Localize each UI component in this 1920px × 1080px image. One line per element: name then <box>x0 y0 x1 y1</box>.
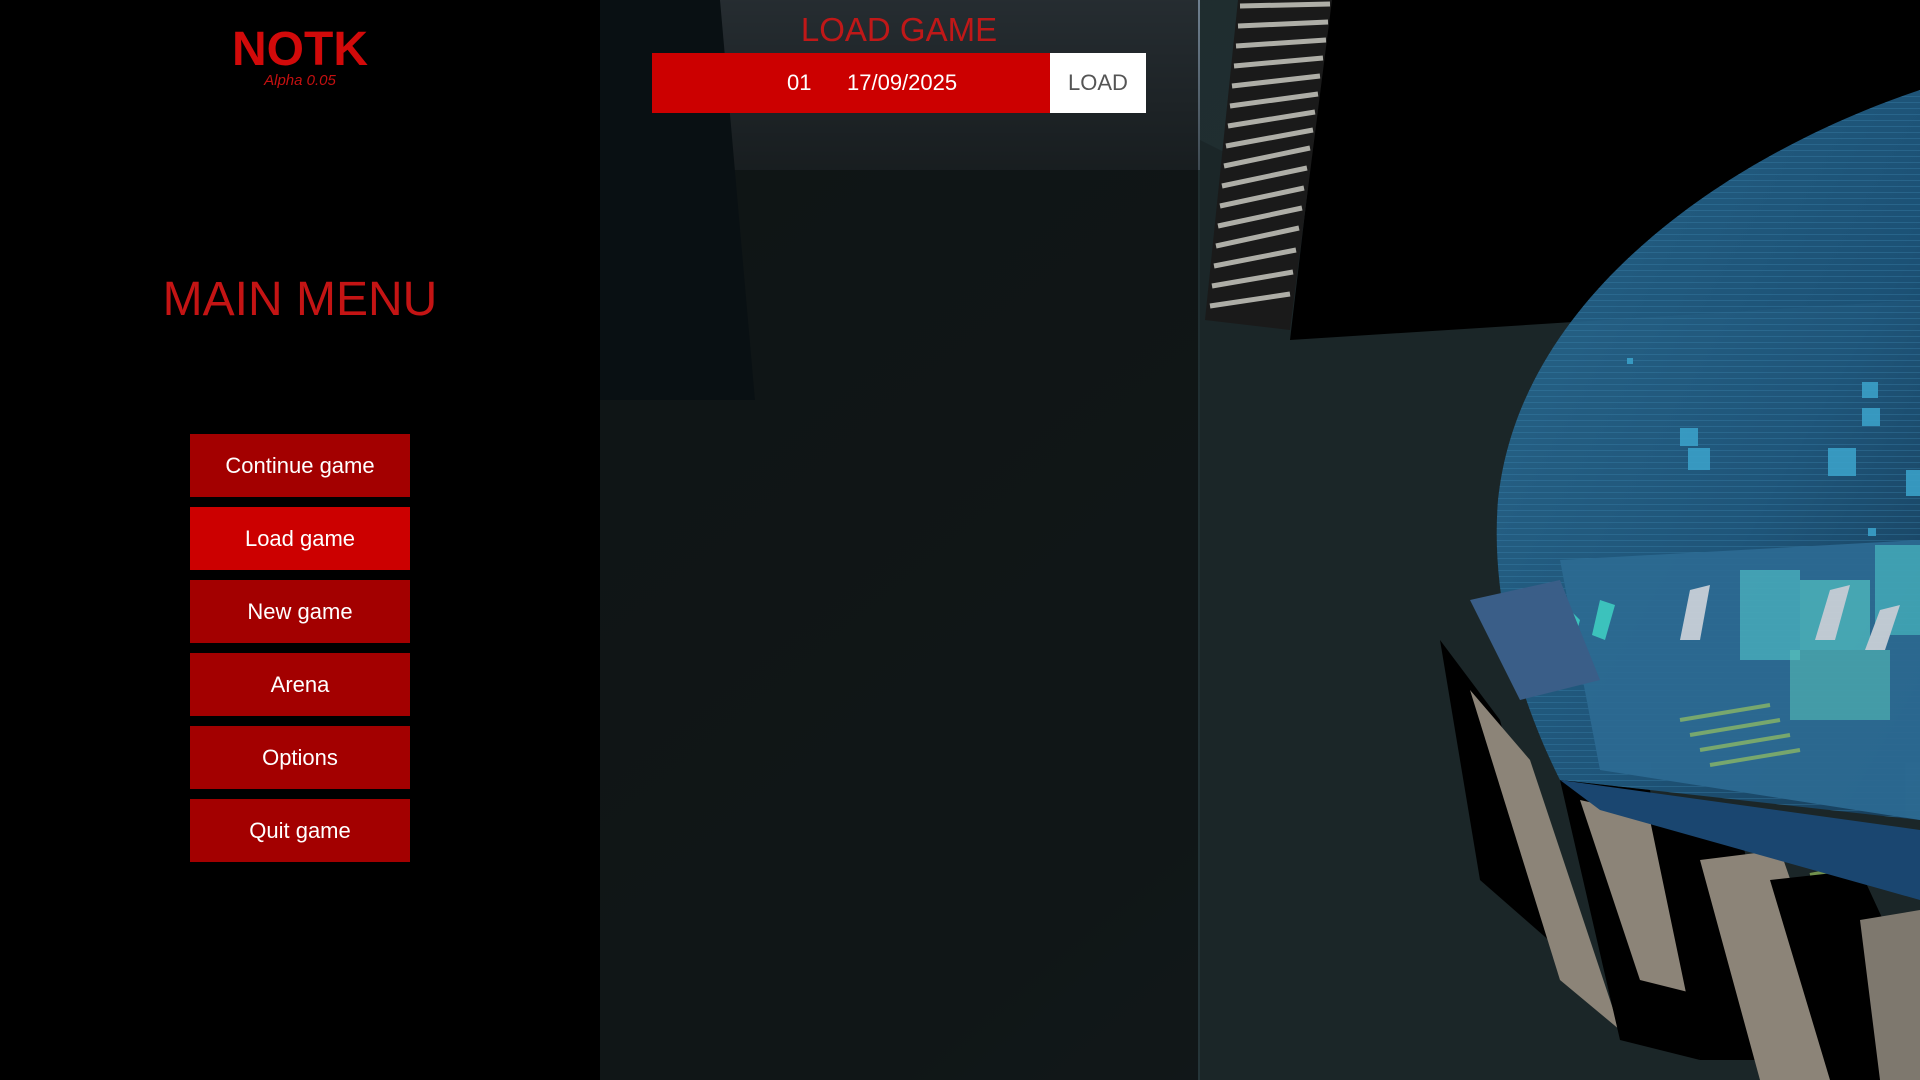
game-version: Alpha 0.05 <box>264 72 336 89</box>
new-game-button[interactable]: New game <box>190 580 410 643</box>
main-menu-heading: MAIN MENU <box>162 273 438 326</box>
continue-game-button[interactable]: Continue game <box>190 434 410 497</box>
save-slot-number: 01 <box>787 70 812 95</box>
load-game-button[interactable]: Load game <box>190 507 410 570</box>
quit-game-button[interactable]: Quit game <box>190 799 410 862</box>
load-panel-backdrop <box>600 0 1198 1080</box>
main-menu-list: Continue game Load game New game Arena O… <box>190 434 410 872</box>
load-button[interactable]: LOAD <box>1050 53 1146 113</box>
save-slot[interactable]: 01 17/09/2025 <box>652 53 1050 113</box>
arena-button[interactable]: Arena <box>190 653 410 716</box>
save-slot-row: 01 17/09/2025 LOAD <box>652 53 1146 113</box>
load-game-heading: LOAD GAME <box>800 11 998 48</box>
options-button[interactable]: Options <box>190 726 410 789</box>
game-title: NOTK <box>232 23 368 76</box>
save-slot-date: 17/09/2025 <box>847 70 958 95</box>
game-screen: NOTK Alpha 0.05 MAIN MENU Continue game … <box>0 0 1920 1080</box>
main-menu-panel: NOTK Alpha 0.05 MAIN MENU Continue game … <box>0 0 600 1080</box>
